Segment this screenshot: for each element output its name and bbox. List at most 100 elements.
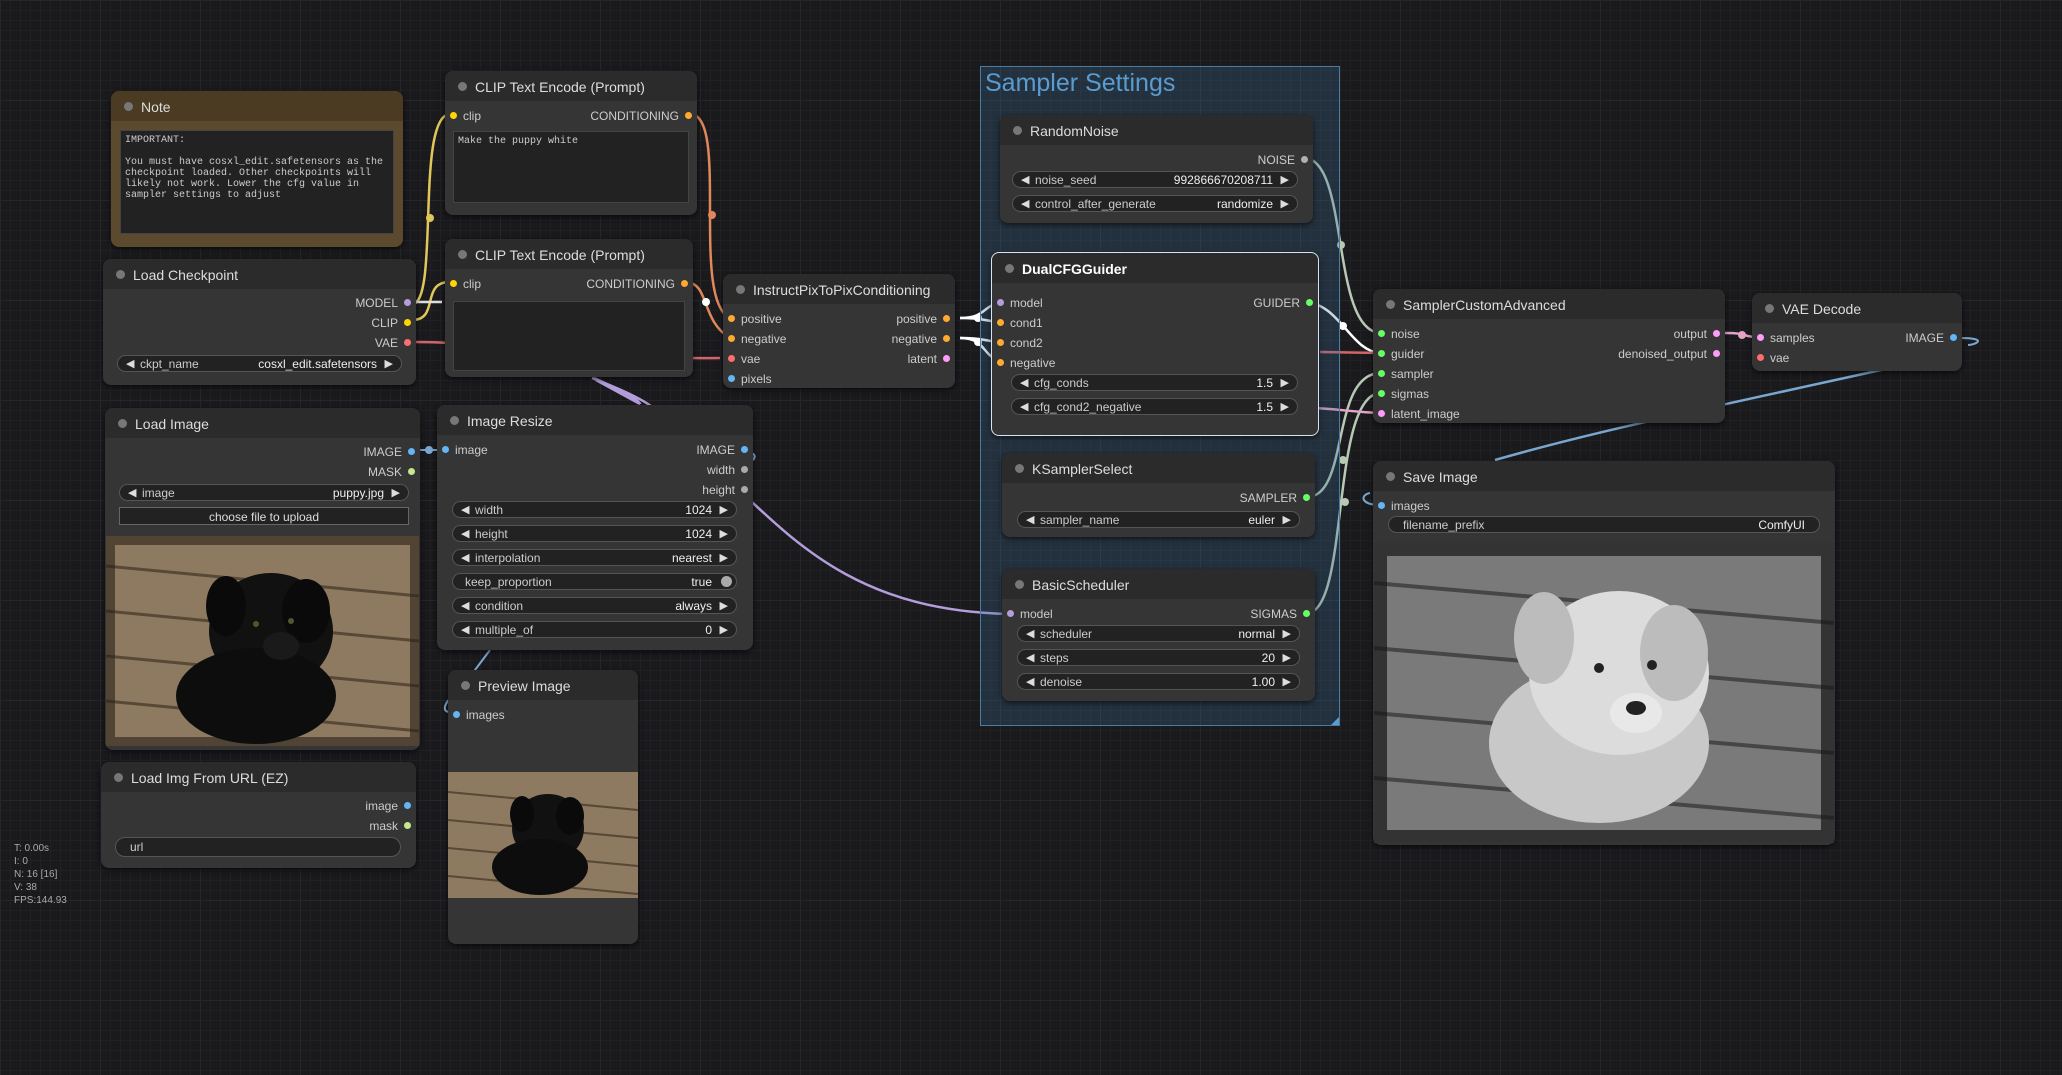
input-pixels[interactable]: pixels <box>723 372 772 386</box>
reroute-dot <box>1339 322 1347 330</box>
output-model[interactable]: MODEL <box>355 296 416 310</box>
cfg-cond2-negative-widget[interactable]: ◀ cfg_cond2_negative 1.5 ▶ <box>1011 398 1298 415</box>
input-latent-image[interactable]: latent_image <box>1373 407 1460 421</box>
output-white-puppy-image <box>1374 543 1834 843</box>
output-image[interactable]: IMAGE <box>363 445 420 459</box>
node-random-noise[interactable]: RandomNoise NOISE ◀ noise_seed 99286667020… <box>1000 115 1313 223</box>
reroute-dot <box>426 214 434 222</box>
input-noise[interactable]: noise <box>1373 327 1420 341</box>
node-title: InstructPixToPixConditioning <box>753 282 931 298</box>
output-image[interactable]: IMAGE <box>1905 331 1962 345</box>
node-save-image[interactable]: Save Image images filename_prefix ComfyUI <box>1373 461 1835 845</box>
perf-stats: T: 0.00s I: 0 N: 16 [16] V: 38 FPS:144.9… <box>14 842 67 907</box>
multiple-of-widget[interactable]: ◀ multiple_of 0 ▶ <box>452 621 737 638</box>
output-height[interactable]: height <box>702 483 753 497</box>
url-input[interactable]: url <box>115 837 401 857</box>
output-output[interactable]: output <box>1674 327 1725 341</box>
input-image[interactable]: image <box>437 443 488 457</box>
input-cond2[interactable]: cond2 <box>992 336 1043 350</box>
node-clip-text-encode-negative[interactable]: CLIP Text Encode (Prompt) clip CONDITION… <box>445 239 693 377</box>
steps-widget[interactable]: ◀ steps 20 ▶ <box>1017 649 1300 666</box>
denoise-widget[interactable]: ◀ denoise 1.00 ▶ <box>1017 673 1300 690</box>
node-title: Load Checkpoint <box>133 267 239 283</box>
output-latent[interactable]: latent <box>908 352 955 366</box>
node-title: Load Image <box>135 416 209 432</box>
node-sampler-custom-advanced[interactable]: SamplerCustomAdvanced noise guider sampl… <box>1373 289 1725 423</box>
output-width[interactable]: width <box>707 463 753 477</box>
group-title[interactable]: Sampler Settings <box>985 69 1175 98</box>
note-text[interactable] <box>120 130 394 234</box>
input-model[interactable]: model <box>1002 607 1053 621</box>
node-note[interactable]: Note <box>111 91 403 247</box>
node-load-image[interactable]: Load Image IMAGE MASK ◀ image puppy.jpg ▶ c… <box>105 408 420 750</box>
node-title: Image Resize <box>467 413 553 429</box>
control-after-generate-combo[interactable]: ◀ control_after_generate randomize ▶ <box>1012 195 1298 212</box>
node-title: Save Image <box>1403 469 1478 485</box>
scheduler-combo[interactable]: ◀ scheduler normal ▶ <box>1017 625 1300 642</box>
filename-prefix-widget[interactable]: filename_prefix ComfyUI <box>1388 516 1820 533</box>
node-instruct-pix2pix[interactable]: InstructPixToPixConditioning positive ne… <box>723 274 955 388</box>
ckpt-name-combo[interactable]: ◀ ckpt_name cosxl_edit.safetensors ▶ <box>117 355 402 372</box>
image-combo[interactable]: ◀ image puppy.jpg ▶ <box>119 484 409 501</box>
input-positive[interactable]: positive <box>723 312 782 326</box>
input-vae[interactable]: vae <box>723 352 760 366</box>
condition-combo[interactable]: ◀ condition always ▶ <box>452 597 737 614</box>
preview-puppy-image <box>448 772 638 898</box>
output-mask[interactable]: mask <box>369 819 416 833</box>
input-samples[interactable]: samples <box>1752 331 1815 345</box>
output-conditioning[interactable]: CONDITIONING <box>586 277 693 291</box>
input-negative[interactable]: negative <box>992 356 1055 370</box>
output-conditioning[interactable]: CONDITIONING <box>590 109 697 123</box>
output-sigmas[interactable]: SIGMAS <box>1250 607 1315 621</box>
input-model[interactable]: model <box>992 296 1043 310</box>
node-dual-cfg-guider[interactable]: DualCFGGuider model cond1 cond2 negative… <box>991 252 1319 436</box>
output-image[interactable]: IMAGE <box>696 443 753 457</box>
node-load-checkpoint[interactable]: Load Checkpoint MODEL CLIP VAE ◀ ckpt_nam… <box>103 259 416 385</box>
input-negative[interactable]: negative <box>723 332 786 346</box>
node-image-resize[interactable]: Image Resize image IMAGE width height ◀ w… <box>437 405 753 650</box>
output-negative[interactable]: negative <box>892 332 955 346</box>
keep-proportion-toggle[interactable]: keep_proportion true <box>452 573 737 590</box>
input-clip[interactable]: clip <box>445 277 481 291</box>
node-title: Load Img From URL (EZ) <box>131 770 289 786</box>
node-load-img-from-url[interactable]: Load Img From URL (EZ) image mask url <box>101 762 416 868</box>
node-title: SamplerCustomAdvanced <box>1403 297 1566 313</box>
output-mask[interactable]: MASK <box>368 465 420 479</box>
output-noise[interactable]: NOISE <box>1258 153 1313 167</box>
output-positive[interactable]: positive <box>896 312 955 326</box>
sampler-name-combo[interactable]: ◀ sampler_name euler ▶ <box>1017 511 1300 528</box>
input-images[interactable]: images <box>1373 499 1430 513</box>
node-basic-scheduler[interactable]: BasicScheduler model SIGMAS ◀ scheduler no… <box>1002 569 1315 701</box>
wire-image-save <box>1959 337 1979 346</box>
group-resize-handle[interactable] <box>1331 717 1339 725</box>
interpolation-combo[interactable]: ◀ interpolation nearest ▶ <box>452 549 737 566</box>
prompt-text[interactable] <box>453 131 689 203</box>
output-sampler[interactable]: SAMPLER <box>1240 491 1315 505</box>
node-title: CLIP Text Encode (Prompt) <box>475 79 645 95</box>
input-sampler[interactable]: sampler <box>1373 367 1434 381</box>
node-clip-text-encode-positive[interactable]: CLIP Text Encode (Prompt) clip CONDITION… <box>445 71 697 215</box>
output-vae[interactable]: VAE <box>375 336 416 350</box>
choose-file-button[interactable]: choose file to upload <box>119 507 409 525</box>
output-image[interactable]: image <box>365 799 416 813</box>
prompt-text[interactable] <box>453 301 685 371</box>
input-sigmas[interactable]: sigmas <box>1373 387 1429 401</box>
noise-seed-widget[interactable]: ◀ noise_seed 992866670208711 ▶ <box>1012 171 1298 188</box>
input-images[interactable]: images <box>448 708 505 722</box>
output-guider[interactable]: GUIDER <box>1253 296 1318 310</box>
node-vae-decode[interactable]: VAE Decode samples vae IMAGE <box>1752 293 1962 371</box>
node-title: CLIP Text Encode (Prompt) <box>475 247 645 263</box>
output-denoised[interactable]: denoised_output <box>1618 347 1725 361</box>
input-vae[interactable]: vae <box>1752 351 1789 365</box>
node-preview-image[interactable]: Preview Image images <box>448 670 638 944</box>
cfg-conds-widget[interactable]: ◀ cfg_conds 1.5 ▶ <box>1011 374 1298 391</box>
input-cond1[interactable]: cond1 <box>992 316 1043 330</box>
height-widget[interactable]: ◀ height 1024 ▶ <box>452 525 737 542</box>
reroute-dot <box>1339 456 1347 464</box>
reroute-dot <box>1341 498 1349 506</box>
input-clip[interactable]: clip <box>445 109 481 123</box>
input-guider[interactable]: guider <box>1373 347 1424 361</box>
width-widget[interactable]: ◀ width 1024 ▶ <box>452 501 737 518</box>
output-clip[interactable]: CLIP <box>371 316 416 330</box>
node-ksampler-select[interactable]: KSamplerSelect SAMPLER ◀ sampler_name eule… <box>1002 453 1315 537</box>
